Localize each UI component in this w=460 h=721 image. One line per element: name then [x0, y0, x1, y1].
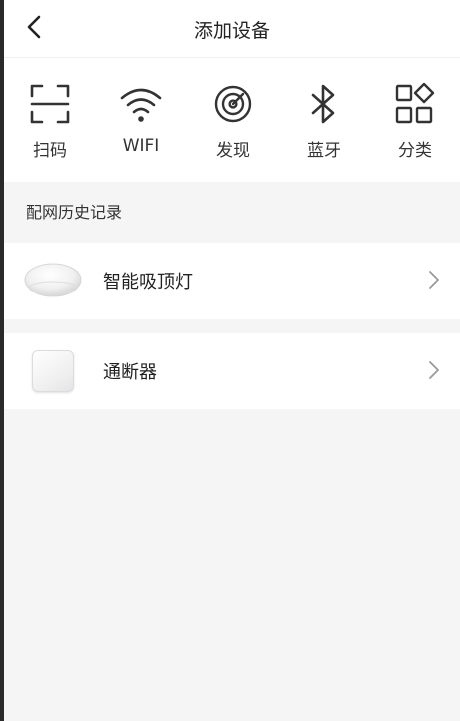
method-category-label: 分类: [398, 141, 432, 161]
method-wifi-label: WIFI: [122, 136, 160, 156]
chevron-right-icon: [429, 361, 439, 379]
method-scan-label: 扫码: [33, 141, 67, 161]
wifi-icon: [120, 88, 162, 122]
switch-module-image: [32, 350, 74, 392]
category-icon: [395, 82, 435, 124]
device-name: 智能吸顶灯: [103, 272, 193, 293]
scan-icon: [30, 84, 70, 124]
radar-icon: [214, 85, 252, 123]
method-wifi[interactable]: WIFI: [106, 82, 176, 162]
bluetooth-icon: [311, 84, 335, 124]
page-title: 添加设备: [193, 20, 270, 42]
method-category[interactable]: 分类: [380, 82, 450, 162]
device-name: 通断器: [103, 362, 157, 383]
method-bluetooth[interactable]: 蓝牙: [289, 82, 359, 162]
top-bar: 添加设备: [4, 0, 460, 58]
history-device-row[interactable]: 通断器: [4, 333, 460, 409]
chevron-right-icon: [429, 271, 439, 289]
add-method-bar: 扫码 WIFI 发现 蓝牙 分类: [4, 58, 460, 182]
method-discover[interactable]: 发现: [198, 82, 268, 162]
history-section-title: 配网历史记录: [26, 203, 123, 222]
method-discover-label: 发现: [216, 141, 250, 161]
add-device-screen: 添加设备 扫码 WIFI 发现 蓝牙 分类 配网历史记录 智能吸顶灯 通断器: [4, 0, 460, 721]
ceiling-lamp-image: [24, 263, 82, 297]
history-device-row[interactable]: 智能吸顶灯: [4, 243, 460, 319]
method-bluetooth-label: 蓝牙: [307, 141, 341, 161]
method-scan[interactable]: 扫码: [15, 82, 85, 162]
